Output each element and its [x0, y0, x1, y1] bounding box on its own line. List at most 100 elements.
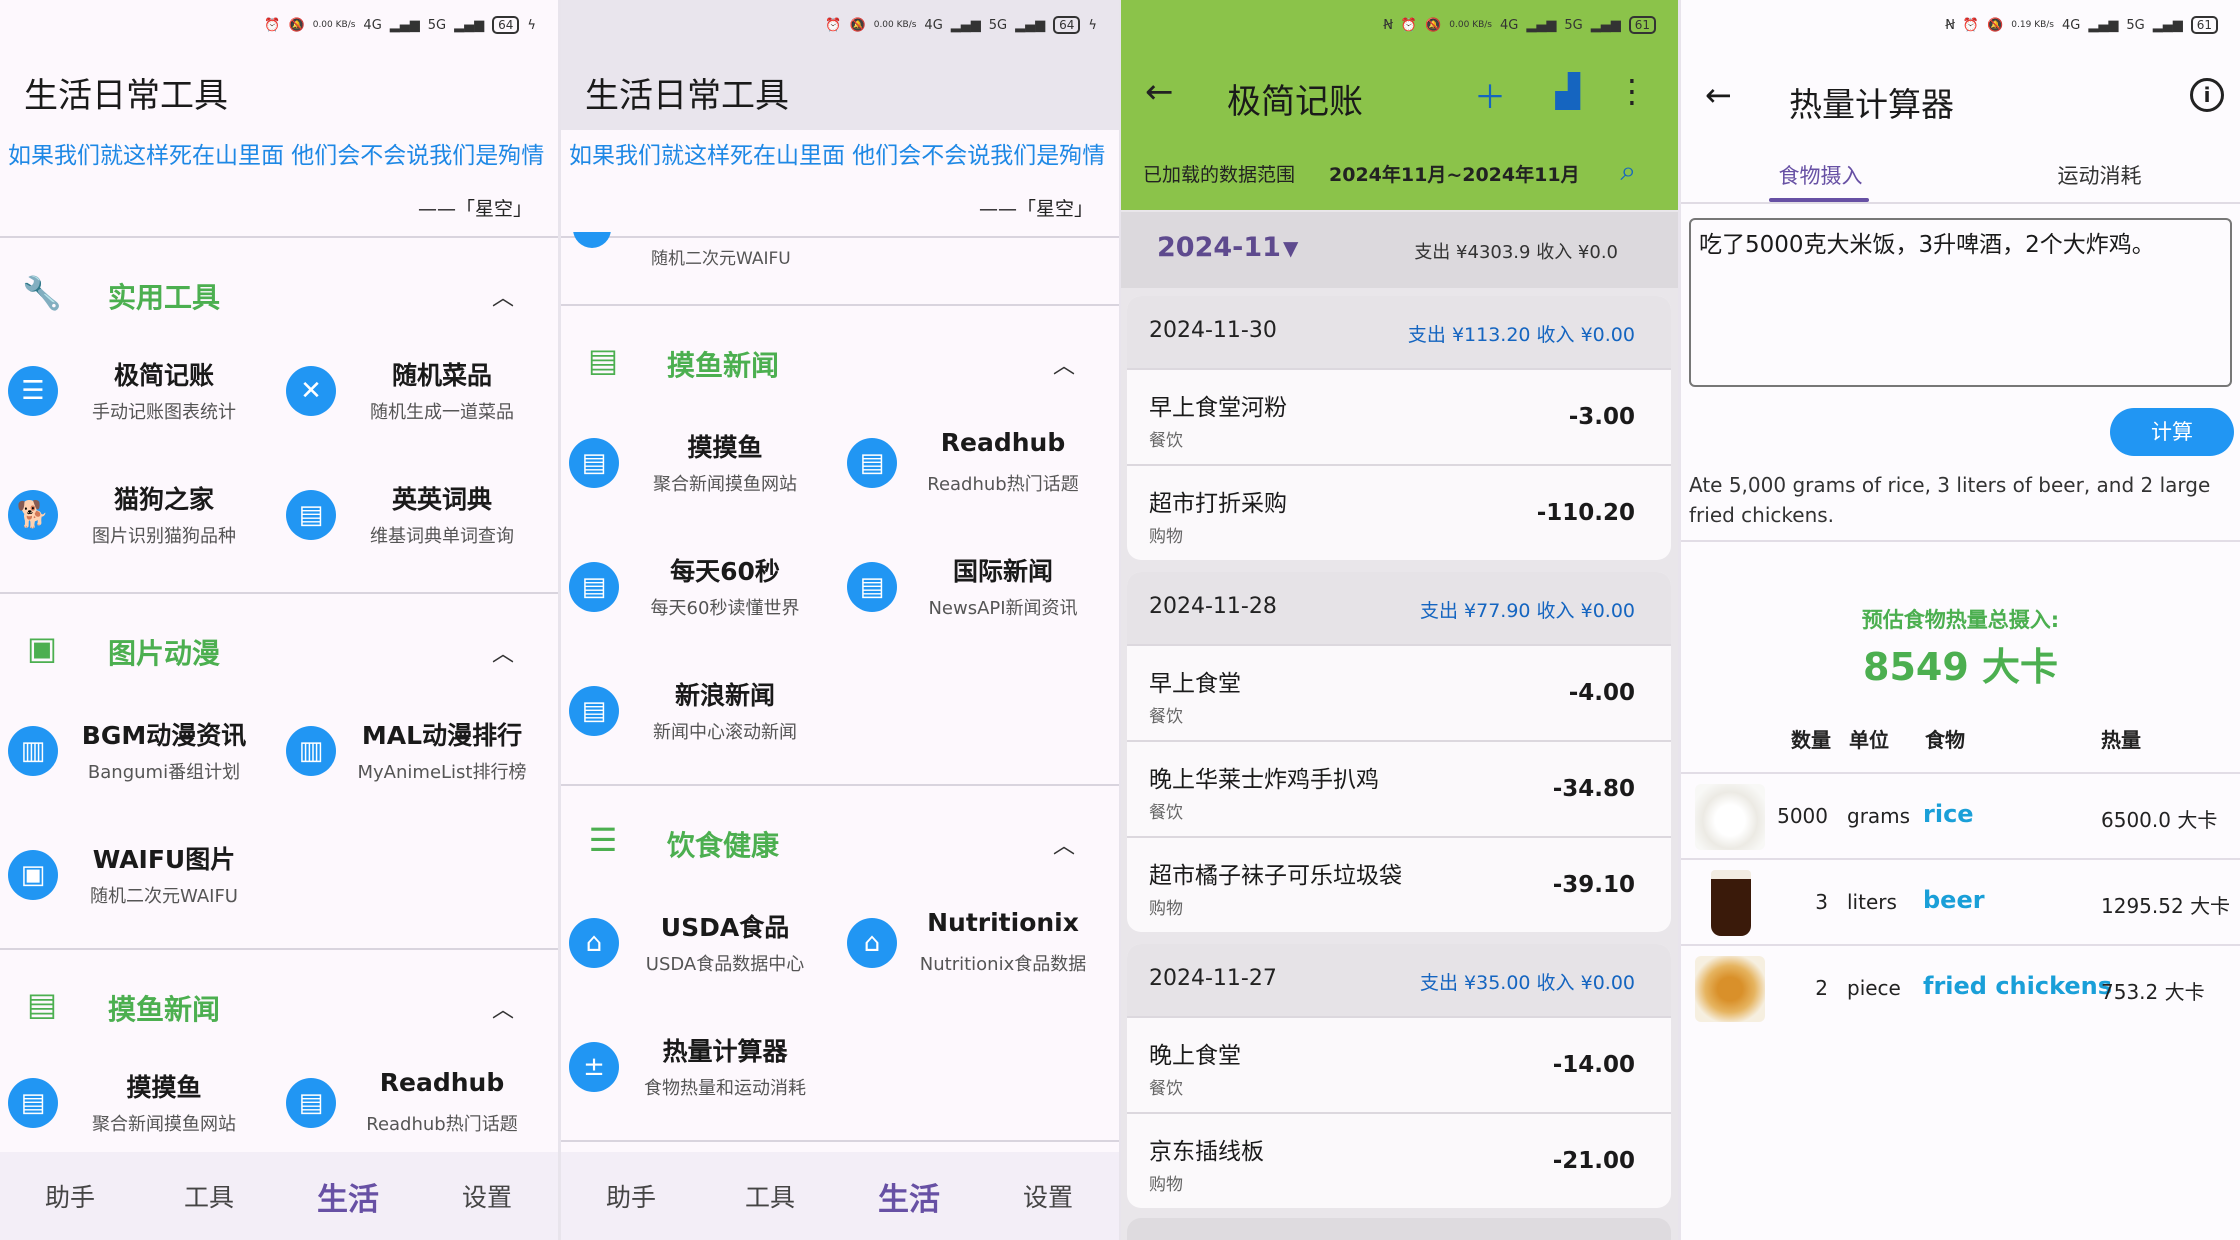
add-icon[interactable]: ＋: [1474, 72, 1506, 118]
col-kcal: 热量: [2101, 728, 2141, 752]
tool-mal[interactable]: ▥ MAL动漫排行 MyAnimeList排行榜: [278, 712, 548, 792]
tool-desc: MyAnimeList排行榜: [357, 762, 527, 783]
record-category: 购物: [1149, 527, 1183, 547]
search-icon[interactable]: ⌕: [1620, 154, 1636, 188]
nav-assistant[interactable]: 助手: [561, 1152, 701, 1240]
info-icon[interactable]: i: [2190, 78, 2224, 112]
record-row[interactable]: 晚上华莱士炸鸡手扒鸡 餐饮 -34.80: [1127, 740, 1671, 836]
record-amount: -39.10: [1552, 872, 1635, 898]
tab-exercise[interactable]: 运动消耗: [1960, 160, 2239, 190]
signal-icon: ▂▄▆: [454, 17, 485, 33]
chevron-up-icon[interactable]: ︿: [1053, 348, 1075, 380]
dropdown-arrow-icon[interactable]: ▼: [1283, 236, 1298, 260]
tool-ledger[interactable]: ☰ 极简记账 手动记账图表统计: [0, 352, 270, 432]
nav-life[interactable]: 生活: [278, 1152, 418, 1240]
record-category: 餐饮: [1149, 431, 1183, 451]
tool-momoyu[interactable]: ▤ 摸摸鱼 聚合新闻摸鱼网站: [0, 1064, 270, 1144]
food-icon: ☰: [588, 821, 618, 859]
back-arrow-icon[interactable]: ←: [1145, 72, 1174, 112]
tool-waifu[interactable]: ▣ WAIFU图片 随机二次元WAIFU: [0, 836, 270, 916]
nav-settings[interactable]: 设置: [978, 1152, 1118, 1240]
tool-momoyu[interactable]: ▤ 摸摸鱼 聚合新闻摸鱼网站: [561, 424, 831, 504]
tab-food-intake[interactable]: 食物摄入: [1681, 160, 1960, 190]
record-row[interactable]: 晚上食堂 餐饮 -14.00: [1127, 1016, 1671, 1112]
newspaper-icon: ▤: [569, 438, 619, 488]
day-header: 2024-11-28 支出 ¥77.90 收入 ¥0.00: [1127, 572, 1671, 644]
nav-tools[interactable]: 工具: [139, 1152, 279, 1240]
tool-desc: 新闻中心滚动新闻: [653, 722, 797, 743]
tool-name: 新浪新闻: [674, 681, 775, 710]
food-name[interactable]: beer: [1923, 886, 1985, 914]
day-totals: 支出 ¥77.90 收入 ¥0.00: [1420, 600, 1635, 622]
signal-icon: ▂▄▆: [1590, 17, 1621, 33]
section-title-utilities: 实用工具: [108, 281, 221, 314]
record-name: 晚上华莱士炸鸡手扒鸡: [1149, 767, 1379, 793]
food-name[interactable]: fried chickens: [1923, 972, 2112, 1000]
chevron-up-icon[interactable]: ︿: [492, 280, 514, 312]
record-name: 超市打折采购: [1149, 491, 1287, 517]
daily-quote[interactable]: 如果我们就这样死在山里面 他们会不会说我们是殉情: [8, 136, 544, 170]
food-input[interactable]: 吃了5000克大米饭，3升啤酒，2个大炸鸡。: [1689, 218, 2232, 387]
record-amount: -14.00: [1552, 1052, 1635, 1078]
page-title: 热量计算器: [1789, 85, 1954, 124]
nav-assistant[interactable]: 助手: [0, 1152, 140, 1240]
chevron-up-icon[interactable]: ︿: [1053, 828, 1075, 860]
section-title-news: 摸鱼新闻: [108, 993, 221, 1026]
tool-60s[interactable]: ▤ 每天60秒 每天60秒读懂世界: [561, 548, 831, 628]
daily-quote[interactable]: 如果我们就这样死在山里面 他们会不会说我们是殉情: [569, 136, 1105, 170]
tool-random-dish[interactable]: ✕ 随机菜品 随机生成一道菜品: [278, 352, 548, 432]
nav-settings[interactable]: 设置: [417, 1152, 557, 1240]
total-value: 8549 大卡: [1863, 645, 2058, 689]
tool-usda[interactable]: ⌂ USDA食品 USDA食品数据中心: [561, 904, 831, 984]
food-qty: 5000: [1777, 804, 1828, 828]
food-kcal: 753.2 大卡: [2101, 980, 2205, 1004]
chevron-up-icon[interactable]: ︿: [492, 992, 514, 1024]
tool-intl-news[interactable]: ▤ 国际新闻 NewsAPI新闻资讯: [839, 548, 1109, 628]
alarm-icon: ⏰: [1400, 17, 1418, 33]
tool-name: USDA食品: [660, 913, 790, 942]
restaurant-icon: ⌂: [569, 918, 619, 968]
tool-readhub[interactable]: ▤ Readhub Readhub热门话题: [839, 424, 1109, 504]
nav-tools[interactable]: 工具: [700, 1152, 840, 1240]
tool-readhub[interactable]: ▤ Readhub Readhub热门话题: [278, 1064, 548, 1144]
quote-source: ——「星空」: [978, 198, 1093, 220]
record-amount: -110.20: [1536, 500, 1635, 526]
tool-cat-dog[interactable]: 🐕 猫狗之家 图片识别猫狗品种: [0, 476, 270, 556]
bar-chart-icon[interactable]: ▟: [1555, 72, 1580, 110]
signal-icon: ▂▄▆: [1015, 17, 1046, 33]
record-row[interactable]: 早上食堂 餐饮 -4.00: [1127, 644, 1671, 740]
tool-name: BGM动漫资讯: [81, 721, 247, 750]
record-row[interactable]: 京东插线板 购物 -21.00: [1127, 1112, 1671, 1208]
table-row: 5000 grams rice 6500.0 大卡: [1681, 772, 2240, 858]
tool-sina-news[interactable]: ▤ 新浪新闻 新闻中心滚动新闻: [561, 672, 831, 752]
tool-name: 热量计算器: [662, 1037, 788, 1066]
record-row[interactable]: 超市打折采购 购物 -110.20: [1127, 464, 1671, 560]
mute-icon: 🔕: [1425, 17, 1442, 33]
tool-nutritionix[interactable]: ⌂ Nutritionix Nutritionix食品数据: [839, 904, 1109, 984]
net1-label: 4G: [1500, 17, 1519, 33]
app-bar: Ꞥ ⏰ 🔕 0.00 KB/s 4G ▂▄▆ 5G ▂▄▆ 61 ← 极简记账 …: [1121, 0, 1678, 210]
back-arrow-icon[interactable]: ←: [1705, 76, 1732, 114]
chevron-up-icon[interactable]: ︿: [492, 636, 514, 668]
tool-name: MAL动漫排行: [361, 721, 523, 750]
record-row[interactable]: 超市橘子袜子可乐垃圾袋 购物 -39.10: [1127, 836, 1671, 932]
tool-bgm[interactable]: ▥ BGM动漫资讯 Bangumi番组计划: [0, 712, 270, 792]
tool-desc: 每天60秒读懂世界: [650, 598, 800, 619]
food-name[interactable]: rice: [1923, 800, 1974, 828]
battery-icon: 61: [1628, 16, 1656, 34]
divider: [0, 236, 558, 238]
divider: [561, 304, 1119, 306]
more-vert-icon[interactable]: ⋮: [1616, 72, 1648, 110]
nav-life[interactable]: 生活: [839, 1152, 979, 1240]
month-label: 2024-11: [1157, 232, 1281, 263]
alarm-icon: ⏰: [1962, 17, 1980, 33]
tool-dictionary[interactable]: ▤ 英英词典 维基词典单词查询: [278, 476, 548, 556]
tool-calorie-calc[interactable]: ± 热量计算器 食物热量和运动消耗: [561, 1028, 831, 1108]
record-row[interactable]: 早上食堂河粉 餐饮 -3.00: [1127, 368, 1671, 464]
section-title-news: 摸鱼新闻: [667, 349, 780, 382]
calculate-button[interactable]: 计算: [2110, 408, 2234, 456]
table-row: 3 liters beer 1295.52 大卡: [1681, 858, 2240, 944]
net2-label: 5G: [988, 17, 1008, 33]
food-unit: piece: [1847, 976, 1901, 1000]
month-selector[interactable]: 2024-11 ▼ 支出 ¥4303.9 收入 ¥0.0: [1121, 212, 1678, 288]
